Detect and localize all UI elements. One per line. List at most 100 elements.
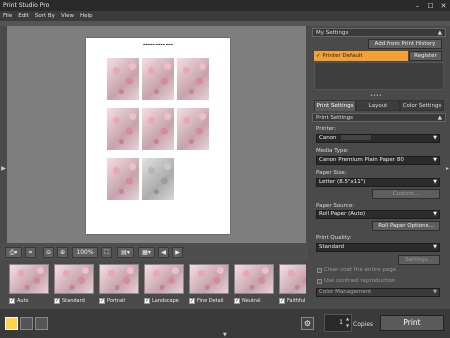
page-header-text: ▬▬▬▬▬ ▬▬▬▬ ▬▬▬ [143, 43, 173, 46]
paper-source-value: Roll Paper (Auto) [319, 211, 366, 217]
add-from-history-button[interactable]: Add from Print History [368, 39, 442, 49]
preset-label: Faithful [287, 298, 306, 304]
preset-image [9, 264, 49, 294]
maximize-button[interactable]: ☐ [424, 0, 437, 11]
preset-image [144, 264, 184, 294]
printer-label: Printer: [316, 126, 337, 132]
printer-value: Canon [319, 135, 337, 141]
menu-edit[interactable]: Edit [15, 13, 32, 19]
page-layout-icon[interactable]: ▤▾ [117, 247, 134, 258]
menu-sort-by[interactable]: Sort By [32, 13, 58, 19]
zoom-out-icon[interactable]: ⊖ [43, 247, 54, 258]
photo-thumbnail[interactable] [142, 108, 174, 150]
printer-select[interactable]: Canon ▼ [316, 134, 440, 143]
preset-item[interactable]: ✓ Neutral [232, 264, 276, 308]
preset-checkbox[interactable]: ✓ [189, 298, 195, 304]
dropdown-arrow-icon: ▼ [433, 135, 437, 141]
photo-thumbnail[interactable] [142, 58, 174, 100]
splitter-handle-icon[interactable]: •••• [370, 93, 382, 99]
paper-source-label: Paper Source: [316, 203, 355, 209]
print-button[interactable]: Print [380, 315, 444, 331]
crop-icon[interactable]: ⌗ [25, 247, 36, 258]
print-quality-value: Standard [319, 244, 345, 250]
photo-thumbnail[interactable] [177, 108, 209, 150]
color-management-value: Color Management [319, 289, 372, 295]
menu-file[interactable]: File [0, 13, 15, 19]
preset-checkbox[interactable]: ✓ [234, 298, 240, 304]
page-preview: ▬▬▬▬▬ ▬▬▬▬ ▬▬▬ [86, 38, 230, 234]
preset-checkbox[interactable]: ✓ [99, 298, 105, 304]
preset-strip: ✓ Auto ✓ Standard ✓ Portrait ✓ Landscape ✓ Fi… [7, 261, 306, 309]
paper-size-value: Letter (8.5"x11") [319, 179, 366, 185]
tab-color-settings[interactable]: Color Settings [400, 100, 444, 111]
print-quality-label: Print Quality: [316, 235, 352, 241]
preset-image [189, 264, 229, 294]
preset-item[interactable]: ✓ Faithful [277, 264, 306, 308]
roll-paper-options-button[interactable]: Roll Paper Options... [372, 221, 440, 231]
preset-checkbox[interactable]: ✓ [54, 298, 60, 304]
preset-item[interactable]: ✓ Portrait [97, 264, 141, 308]
zoom-in-icon[interactable]: ⊕ [57, 247, 68, 258]
photo-thumbnail[interactable] [107, 58, 139, 100]
photo-thumbnail[interactable] [107, 108, 139, 150]
copies-stepper[interactable]: ▲ ▼ [346, 315, 349, 329]
my-settings-selected-item[interactable]: ✓ Printer Default [314, 51, 408, 61]
paper-size-select[interactable]: Letter (8.5"x11") ▼ [316, 178, 440, 187]
collapse-icon[interactable]: ▲ [438, 114, 442, 122]
dropdown-arrow-icon: ▼ [433, 157, 437, 163]
contrast-repro-label: Use contrast reproduction [324, 278, 396, 284]
preset-image [99, 264, 139, 294]
dropdown-arrow-icon: ▼ [433, 179, 437, 185]
title-bar: Print Studio Pro – ☐ ✕ [0, 0, 450, 11]
collapse-icon[interactable]: ▲ [438, 29, 442, 37]
tab-print-settings[interactable]: Print Settings [314, 100, 356, 111]
my-settings-title: My Settings [316, 30, 349, 36]
gear-icon[interactable]: ⚙ [301, 317, 314, 330]
preset-item[interactable]: ✓ Auto [7, 264, 51, 308]
thumbnail-view-icon[interactable] [35, 317, 48, 330]
selected-setting-label: Printer Default [322, 53, 363, 59]
bottom-bar: ⚙ 1 ▲ ▼ Copies Print ▼ [0, 309, 450, 338]
my-settings-header[interactable]: My Settings ▲ [312, 28, 446, 37]
close-button[interactable]: ✕ [437, 0, 450, 11]
preset-checkbox[interactable]: ✓ [279, 298, 285, 304]
fit-page-icon[interactable]: ⛶ [101, 247, 112, 258]
single-view-icon[interactable] [5, 317, 18, 330]
clear-coat-checkbox[interactable] [317, 268, 322, 273]
my-settings-list [314, 62, 444, 90]
menu-help[interactable]: Help [77, 13, 96, 19]
zoom-level-field[interactable]: 100% [72, 247, 98, 258]
left-panel-arrow-icon[interactable]: ▶ [0, 165, 7, 172]
color-management-select[interactable]: Color Management ▼ [316, 288, 440, 297]
preset-checkbox[interactable]: ✓ [144, 298, 150, 304]
contrast-repro-checkbox[interactable] [317, 279, 322, 284]
tab-layout[interactable]: Layout [356, 100, 400, 111]
print-settings-section-header[interactable]: Print Settings ▲ [312, 113, 446, 122]
next-page-icon[interactable]: ▶ [172, 247, 183, 258]
split-view-icon[interactable] [20, 317, 33, 330]
dropdown-arrow-icon: ▼ [433, 289, 437, 295]
photo-thumbnail[interactable] [177, 58, 209, 100]
preset-item[interactable]: ✓ Fine Detail [187, 264, 231, 308]
preset-label: Portrait [107, 298, 126, 304]
menu-view[interactable]: View [58, 13, 77, 19]
media-type-select[interactable]: Canon Premium Plain Paper 80 ▼ [316, 156, 440, 165]
custom-size-button[interactable]: Custom... [372, 189, 440, 199]
minimize-button[interactable]: – [411, 0, 424, 11]
photo-thumbnail[interactable] [107, 158, 139, 200]
print-settings-section-title: Print Settings [316, 115, 353, 121]
previous-page-icon[interactable]: ◀ [158, 247, 169, 258]
page-select-icon[interactable]: ▦▾ [138, 247, 155, 258]
print-quality-select[interactable]: Standard ▼ [316, 243, 440, 252]
preset-checkbox[interactable]: ✓ [9, 298, 15, 304]
preset-image [279, 264, 306, 294]
quality-settings-button[interactable]: Settings... [398, 255, 440, 265]
collapse-bottom-icon[interactable]: ▼ [223, 332, 227, 338]
register-button[interactable]: Register [409, 51, 442, 61]
preset-label: Landscape [152, 298, 179, 304]
paper-source-select[interactable]: Roll Paper (Auto) ▼ [316, 210, 440, 219]
print-preview-icon[interactable]: ⎙▾ [5, 247, 22, 258]
preset-item[interactable]: ✓ Landscape [142, 264, 186, 308]
preset-item[interactable]: ✓ Standard [52, 264, 96, 308]
photo-thumbnail[interactable] [142, 158, 174, 200]
